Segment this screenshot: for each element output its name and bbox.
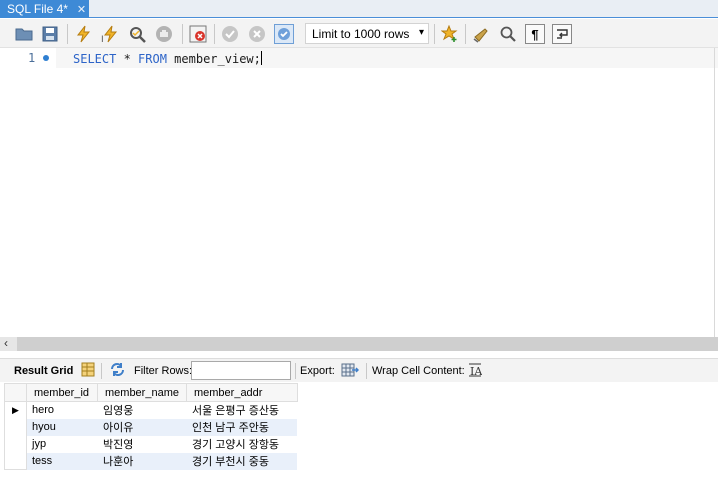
line-number: 1 bbox=[28, 51, 36, 65]
cell-member-addr[interactable]: 경기 고양시 장항동 bbox=[186, 436, 297, 453]
execute-lightning-icon[interactable] bbox=[73, 24, 93, 44]
scroll-left-arrow-icon[interactable]: ‹ bbox=[4, 336, 8, 350]
cell-member-addr[interactable]: 경기 부천시 중동 bbox=[186, 452, 298, 470]
svg-text:IA: IA bbox=[470, 365, 482, 377]
toolbar-separator bbox=[366, 363, 367, 379]
cell-member-name[interactable]: 나훈아 bbox=[97, 452, 187, 470]
toolbar-separator bbox=[214, 24, 215, 44]
editor-right-border bbox=[714, 48, 715, 337]
execute-current-statement-icon[interactable]: I bbox=[100, 24, 120, 44]
row-selector-header[interactable] bbox=[4, 383, 27, 402]
row-selector[interactable] bbox=[4, 435, 27, 453]
filter-rows-label: Filter Rows: bbox=[134, 365, 193, 377]
filter-rows-input[interactable] bbox=[191, 361, 291, 380]
tab-title: SQL File 4* bbox=[7, 2, 68, 16]
add-snippet-star-icon[interactable] bbox=[440, 24, 460, 44]
dropdown-caret-icon: ▾ bbox=[418, 27, 424, 38]
stop-hand-icon[interactable] bbox=[154, 24, 174, 44]
scrollbar-thumb[interactable] bbox=[17, 337, 718, 351]
cell-member-id[interactable]: tess bbox=[26, 452, 98, 470]
limit-rows-value: Limit to 1000 rows bbox=[312, 26, 410, 41]
result-toolbar: Result Grid Filter Rows: Export: Wrap Ce… bbox=[0, 358, 718, 382]
cell-member-id[interactable]: hero bbox=[27, 402, 98, 419]
text-cursor bbox=[260, 51, 262, 65]
find-magnifier-icon[interactable] bbox=[498, 24, 518, 44]
statement-marker-icon bbox=[43, 55, 49, 61]
cell-member-id[interactable]: hyou bbox=[26, 418, 98, 436]
toolbar-separator bbox=[67, 24, 68, 44]
editor-horizontal-scrollbar[interactable]: ‹ bbox=[0, 336, 718, 351]
sql-editor[interactable]: 1 SELECT * FROM member_view; bbox=[0, 48, 718, 337]
result-grid[interactable]: member_id member_name member_addr ▶ hero… bbox=[4, 383, 298, 470]
table-header-row: member_id member_name member_addr bbox=[4, 383, 298, 402]
invisible-chars-pilcrow-icon[interactable]: ¶ bbox=[525, 24, 545, 44]
row-selector[interactable] bbox=[4, 452, 27, 470]
tab-sql-file-4[interactable]: SQL File 4* ✕ bbox=[0, 0, 89, 18]
export-label: Export: bbox=[300, 365, 335, 377]
table-row[interactable]: hyou 아이유 인천 남구 주안동 bbox=[4, 418, 298, 436]
column-header-member-id[interactable]: member_id bbox=[26, 383, 98, 402]
wrap-cell-toggle-icon[interactable]: IA bbox=[468, 363, 483, 380]
commit-check-icon[interactable] bbox=[220, 24, 240, 44]
cell-member-name[interactable]: 임영웅 bbox=[98, 402, 187, 419]
row-selector[interactable] bbox=[4, 418, 27, 436]
tab-close-icon[interactable]: ✕ bbox=[77, 3, 86, 16]
editor-toolbar: I Limit to 1000 rows ▾ ¶ bbox=[0, 19, 718, 48]
keyword-from: FROM bbox=[138, 52, 167, 66]
toolbar-separator bbox=[101, 363, 102, 379]
word-wrap-icon[interactable] bbox=[552, 24, 572, 44]
toggle-error-icon[interactable] bbox=[188, 24, 208, 44]
table-row[interactable]: tess 나훈아 경기 부천시 중동 bbox=[4, 452, 298, 470]
result-grid-label[interactable]: Result Grid bbox=[14, 365, 73, 377]
table-row[interactable]: ▶ hero 임영웅 서울 은평구 증산동 bbox=[4, 401, 298, 419]
toolbar-separator bbox=[434, 24, 435, 44]
svg-text:I: I bbox=[101, 35, 104, 43]
toolbar-separator bbox=[182, 24, 183, 44]
cell-member-id[interactable]: jyp bbox=[27, 436, 98, 453]
cell-member-addr[interactable]: 인천 남구 주안동 bbox=[186, 418, 298, 436]
toolbar-separator bbox=[295, 363, 296, 379]
limit-rows-select[interactable]: Limit to 1000 rows ▾ bbox=[305, 23, 429, 44]
result-table: member_id member_name member_addr ▶ hero… bbox=[4, 383, 298, 470]
autocommit-toggle-icon[interactable] bbox=[274, 24, 294, 44]
explain-magnifier-icon[interactable] bbox=[127, 24, 147, 44]
grid-view-icon[interactable] bbox=[81, 362, 95, 380]
cell-member-name[interactable]: 아이유 bbox=[97, 418, 187, 436]
token-star: * bbox=[116, 52, 139, 66]
export-grid-icon[interactable] bbox=[341, 361, 360, 382]
table-identifier: member_view; bbox=[166, 52, 261, 66]
column-header-member-name[interactable]: member_name bbox=[97, 383, 187, 402]
line-gutter: 1 bbox=[0, 48, 56, 68]
toolbar-separator bbox=[465, 24, 466, 44]
cell-member-name[interactable]: 박진영 bbox=[98, 436, 187, 453]
refresh-icon[interactable] bbox=[109, 362, 126, 380]
current-row-arrow-icon[interactable]: ▶ bbox=[4, 401, 27, 419]
save-icon[interactable] bbox=[40, 24, 60, 44]
wrap-cell-content-label: Wrap Cell Content: bbox=[372, 365, 465, 377]
cell-member-addr[interactable]: 서울 은평구 증산동 bbox=[186, 402, 297, 419]
tab-strip: SQL File 4* ✕ bbox=[0, 0, 718, 18]
beautify-broom-icon[interactable] bbox=[471, 24, 491, 44]
keyword-select: SELECT bbox=[73, 52, 117, 66]
table-row[interactable]: jyp 박진영 경기 고양시 장항동 bbox=[4, 435, 298, 453]
rollback-x-icon[interactable] bbox=[247, 24, 267, 44]
mysql-workbench-window: SQL File 4* ✕ I Limit to 1000 rows ▾ ¶ 1… bbox=[0, 0, 718, 482]
open-folder-icon[interactable] bbox=[14, 24, 34, 44]
sql-statement[interactable]: SELECT * FROM member_view; bbox=[73, 51, 262, 66]
column-header-member-addr[interactable]: member_addr bbox=[185, 383, 298, 402]
